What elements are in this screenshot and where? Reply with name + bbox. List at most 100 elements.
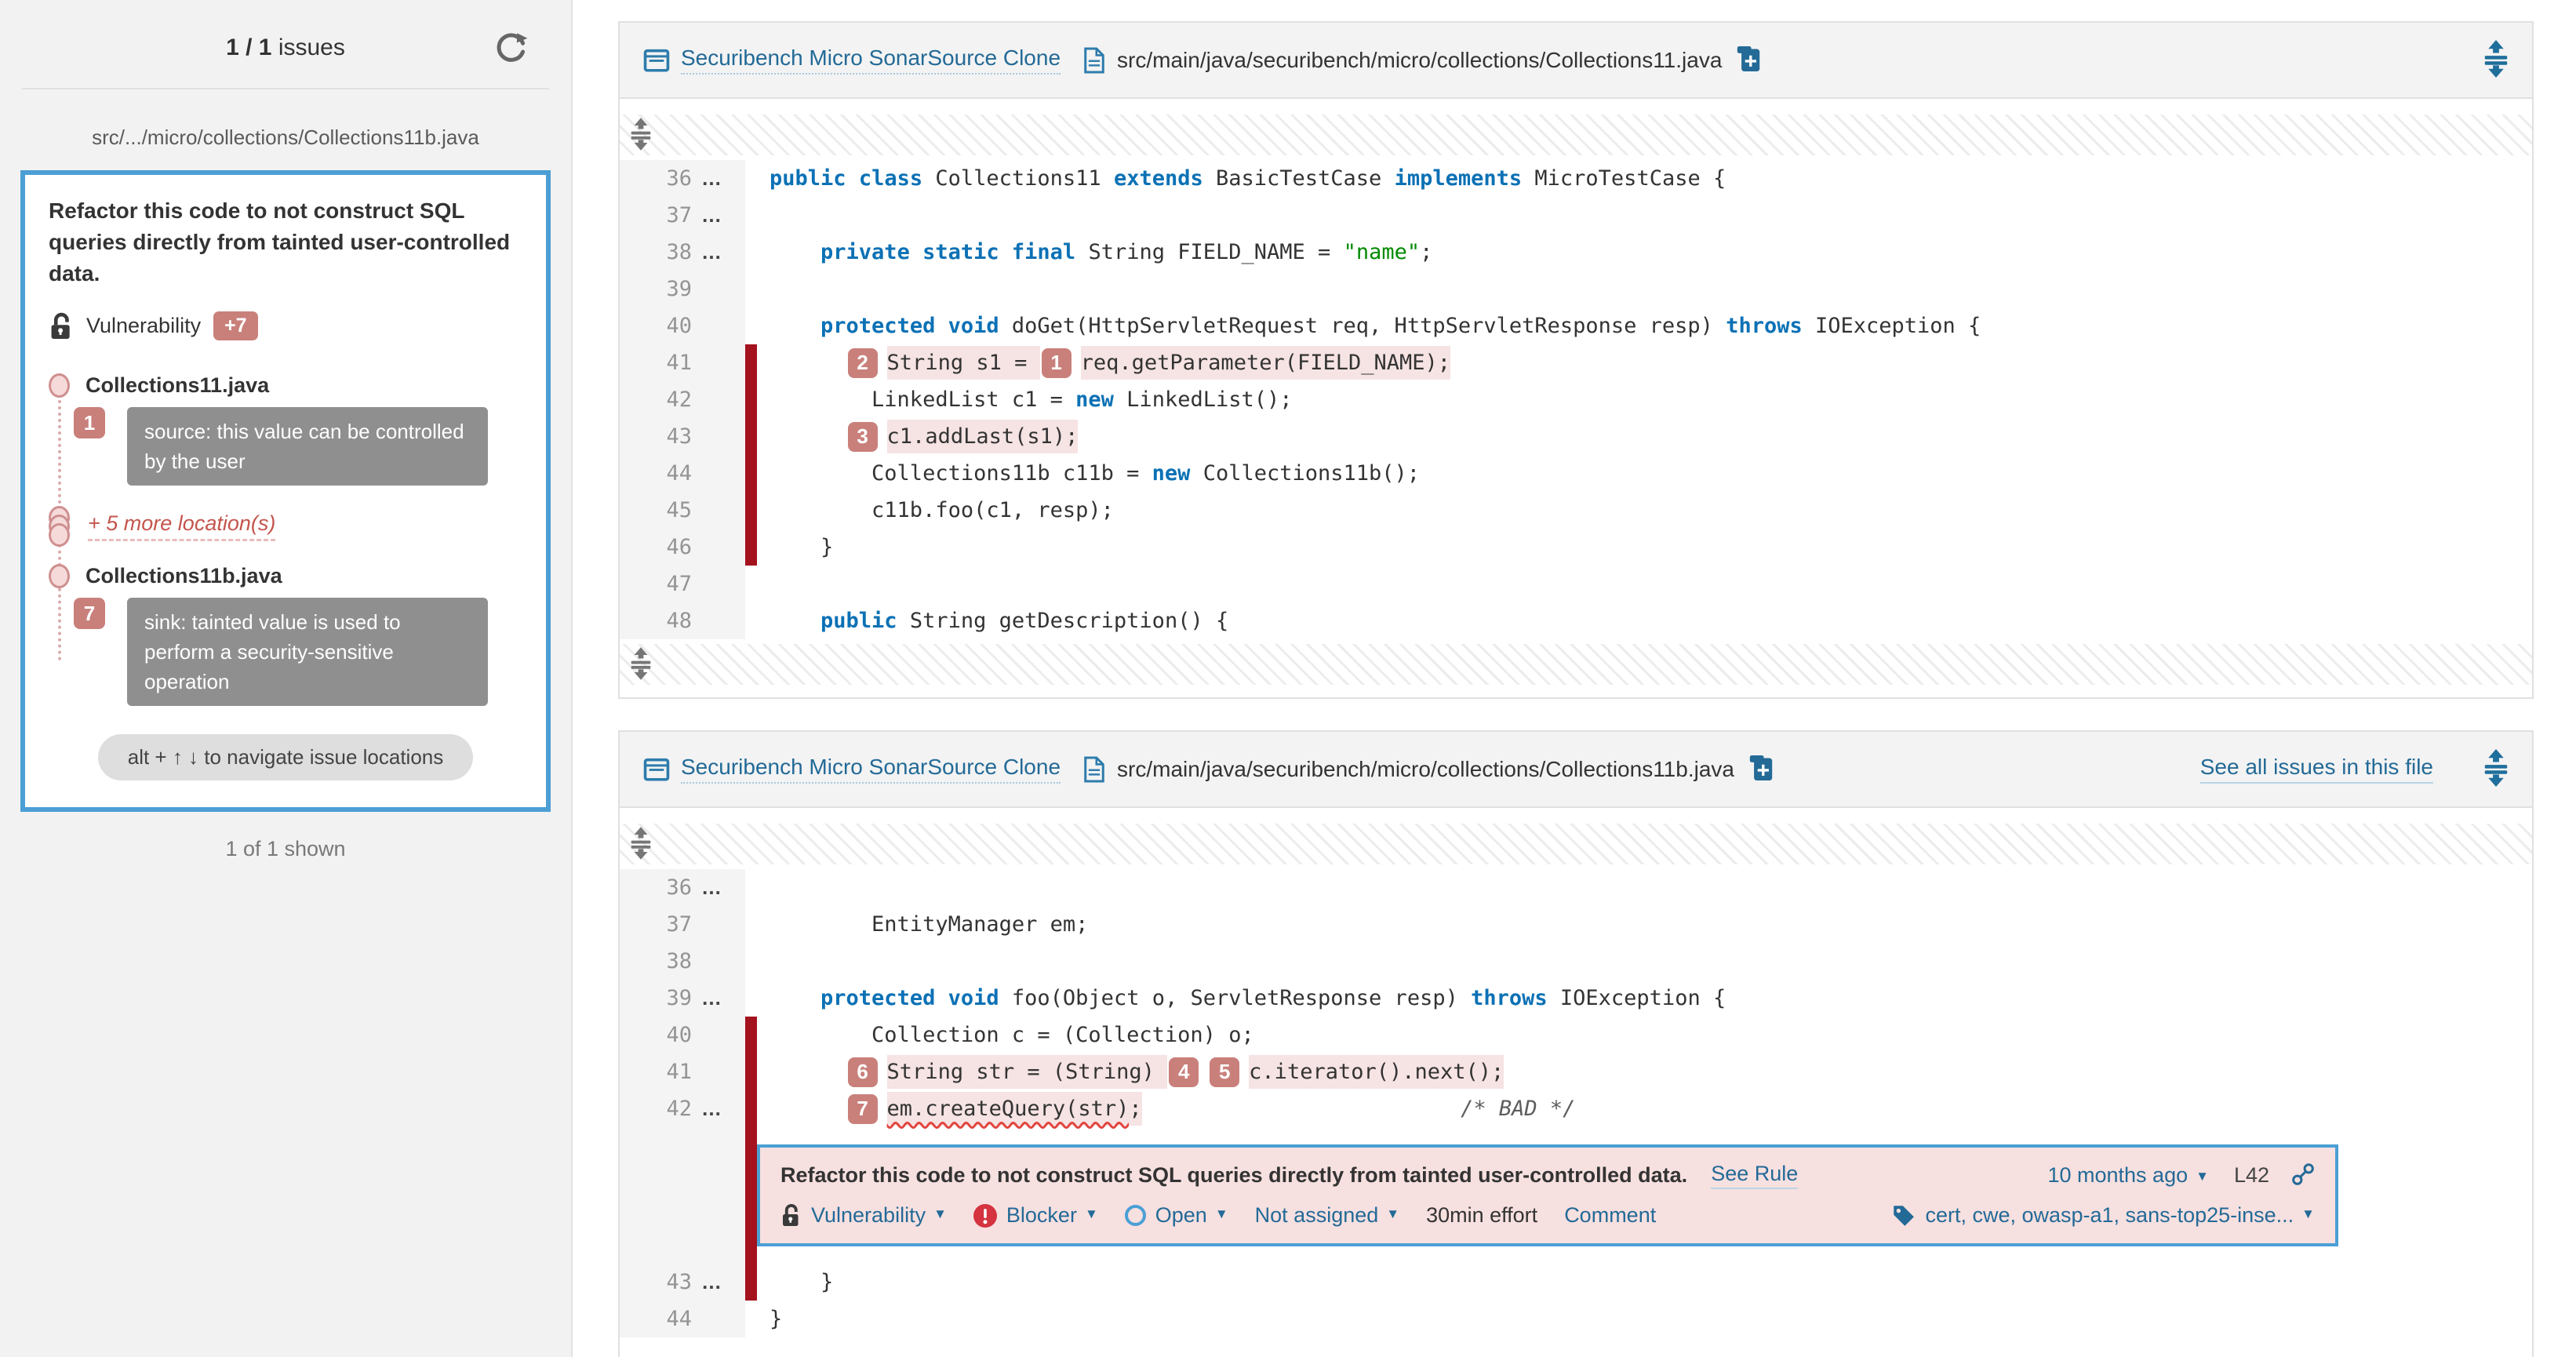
line-number[interactable]: 42 <box>620 1097 701 1121</box>
line-number[interactable]: 42 <box>620 387 701 412</box>
code-token <box>770 351 846 375</box>
code-line: 44} <box>620 1301 2532 1337</box>
inline-issue-row: Refactor this code to not construct SQL … <box>620 1127 2532 1264</box>
code-token: /* BAD */ <box>1461 1097 1575 1121</box>
issue-assignee-dropdown[interactable]: Not assigned ▼ <box>1255 1203 1399 1228</box>
line-number[interactable]: 36 <box>620 166 701 191</box>
line-number[interactable]: 38 <box>620 949 701 973</box>
coverage-bar-empty <box>745 234 757 271</box>
expand-locations-link[interactable]: + 5 more location(s) <box>88 511 275 541</box>
line-number[interactable]: 43 <box>620 1270 701 1294</box>
code-token <box>770 424 846 449</box>
code-token: public <box>820 609 897 633</box>
code-line: 39… protected void foo(Object o, Servlet… <box>620 980 2532 1017</box>
issue-location-badge[interactable]: 2 <box>848 348 878 378</box>
expand-panel-button[interactable] <box>2483 40 2509 80</box>
project-link[interactable]: Securibench Micro SonarSource Clone <box>681 45 1061 75</box>
line-number[interactable]: 43 <box>620 424 701 449</box>
issue-coverage-bar <box>745 1127 757 1264</box>
issue-type-dropdown[interactable]: Vulnerability ▼ <box>780 1203 947 1228</box>
code-text: protected void foo(Object o, ServletResp… <box>757 980 2532 1017</box>
see-all-issues-link[interactable]: See all issues in this file <box>2200 755 2433 784</box>
scm-info-toggle[interactable]: … <box>701 240 745 264</box>
flow-file-bullet-icon <box>49 373 70 398</box>
issue-age-dropdown[interactable]: 10 months ago▼ <box>2047 1163 2208 1188</box>
issue-effort: 30min effort <box>1426 1203 1537 1228</box>
expand-lines-button[interactable] <box>631 647 651 682</box>
copy-path-button[interactable] <box>1736 44 1761 76</box>
line-number[interactable]: 36 <box>620 875 701 900</box>
coverage-bar-empty <box>745 160 757 197</box>
source-viewer-area: Securibench Micro SonarSource Clone src/… <box>573 0 2576 1357</box>
flow-location-row[interactable]: 7 sink: tainted value is used to perform… <box>74 598 522 706</box>
flow-file-name: Collections11.java <box>86 373 269 398</box>
issue-coverage-bar <box>745 529 757 566</box>
scm-info-toggle[interactable]: … <box>701 1097 745 1121</box>
see-rule-link[interactable]: See Rule <box>1711 1162 1798 1189</box>
code-token <box>770 609 820 633</box>
issue-status-dropdown[interactable]: Open ▼ <box>1125 1203 1228 1228</box>
line-number[interactable]: 39 <box>620 277 701 301</box>
copy-path-button[interactable] <box>1748 753 1774 785</box>
line-number[interactable]: 39 <box>620 986 701 1010</box>
file-icon <box>1082 755 1106 784</box>
line-number[interactable]: 40 <box>620 1023 701 1047</box>
code-token: static <box>922 240 999 264</box>
scm-info-toggle[interactable]: … <box>701 875 745 900</box>
line-number[interactable]: 38 <box>620 240 701 264</box>
issue-location-badge[interactable]: 3 <box>848 422 878 452</box>
expand-code-below-strip[interactable] <box>620 644 2532 685</box>
reload-issues-button[interactable] <box>493 30 530 67</box>
line-number[interactable]: 45 <box>620 498 701 522</box>
line-number[interactable]: 40 <box>620 314 701 338</box>
locations-count-badge[interactable]: +7 <box>213 311 258 340</box>
expand-code-above-strip[interactable] <box>620 115 2532 155</box>
line-number[interactable]: 37 <box>620 912 701 937</box>
expand-panel-button[interactable] <box>2483 749 2509 789</box>
more-locations-row[interactable]: + 5 more location(s) <box>49 506 522 547</box>
line-number[interactable]: 41 <box>620 351 701 375</box>
code-lines: 36…public class Collections11 extends Ba… <box>620 160 2532 639</box>
line-number[interactable]: 46 <box>620 535 701 559</box>
issue-location-badge[interactable]: 1 <box>74 407 105 438</box>
project-link[interactable]: Securibench Micro SonarSource Clone <box>681 755 1061 784</box>
issue-location-badge[interactable]: 5 <box>1210 1057 1239 1087</box>
line-number[interactable]: 41 <box>620 1060 701 1084</box>
code-text: } <box>757 529 2532 566</box>
issue-location-badge[interactable]: 7 <box>74 598 105 629</box>
issue-location-badge[interactable]: 6 <box>848 1057 878 1087</box>
issue-tags-dropdown[interactable]: cert, cwe, owasp-a1, sans-top25-inse... … <box>1892 1203 2315 1228</box>
comment-button[interactable]: Comment <box>1564 1203 1656 1228</box>
line-number[interactable]: 44 <box>620 1307 701 1331</box>
code-text: protected void doGet(HttpServletRequest … <box>757 307 2532 344</box>
issue-file-path: src/.../micro/collections/Collections11b… <box>13 126 558 150</box>
issue-flow-locations: Collections11.java 1 source: this value … <box>49 373 522 706</box>
selected-issue-card[interactable]: Refactor this code to not construct SQL … <box>20 170 551 812</box>
issue-location-badge[interactable]: 1 <box>1042 348 1072 378</box>
code-token: void <box>948 314 999 338</box>
code-token: Collections11b(); <box>1190 461 1420 486</box>
expand-lines-button[interactable] <box>631 827 651 862</box>
scm-info-toggle[interactable]: … <box>701 166 745 191</box>
issue-location-badge[interactable]: 7 <box>848 1094 878 1124</box>
expand-vertical-icon <box>2483 749 2509 787</box>
permalink-button[interactable] <box>2291 1162 2315 1188</box>
scm-info-toggle[interactable]: … <box>701 203 745 227</box>
line-number[interactable]: 47 <box>620 572 701 596</box>
code-text: } <box>757 1264 2532 1301</box>
flow-location-row[interactable]: 1 source: this value can be controlled b… <box>74 407 522 486</box>
line-number[interactable]: 37 <box>620 203 701 227</box>
code-token: em.createQuery(str) <box>887 1092 1130 1126</box>
coverage-bar-empty <box>745 566 757 602</box>
code-token: doGet(HttpServletRequest req, HttpServle… <box>999 314 1726 338</box>
scm-info-toggle[interactable]: … <box>701 986 745 1010</box>
expand-lines-button[interactable] <box>631 118 651 153</box>
line-number[interactable]: 44 <box>620 461 701 486</box>
line-number[interactable]: 48 <box>620 609 701 633</box>
expand-code-above-strip[interactable] <box>620 824 2532 864</box>
line-gutter: 37… <box>620 197 745 234</box>
scm-info-toggle[interactable]: … <box>701 1270 745 1294</box>
inline-issue-box[interactable]: Refactor this code to not construct SQL … <box>757 1144 2338 1246</box>
issue-severity-dropdown[interactable]: Blocker ▼ <box>973 1203 1098 1228</box>
issue-location-badge[interactable]: 4 <box>1169 1057 1199 1087</box>
